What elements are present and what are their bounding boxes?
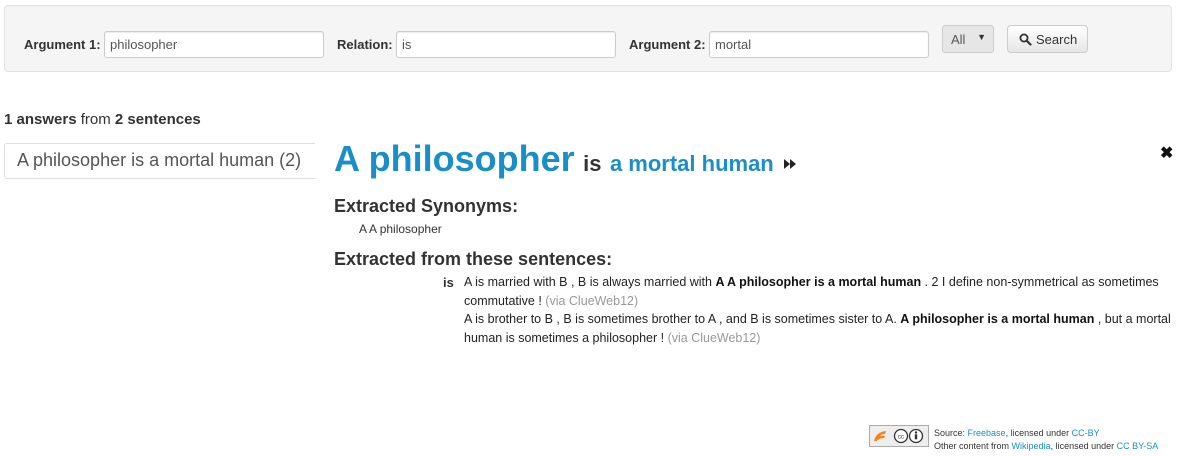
sentence-relation: is	[987, 312, 998, 326]
sentence-source: (via ClueWeb12)	[667, 330, 761, 345]
license-badge[interactable]: cc	[869, 425, 929, 447]
answer-list-item[interactable]: A philosopher is a mortal human (2)	[4, 143, 315, 179]
freebase-link[interactable]: Freebase	[968, 428, 1006, 438]
answer-count: 1 answers	[4, 111, 77, 128]
headline-argument1[interactable]: A philosopher	[334, 138, 575, 179]
sources-heading: Extracted from these sentences:	[334, 249, 613, 269]
search-button[interactable]: Search	[1007, 25, 1088, 53]
relation-input[interactable]	[396, 31, 616, 58]
argument2-label: Argument 2:	[629, 37, 706, 52]
fast-forward-icon[interactable]	[784, 156, 797, 174]
search-icon	[1019, 33, 1032, 46]
relation-label: Relation:	[337, 37, 393, 52]
cc-by-sa-link[interactable]: CC BY-SA	[1117, 441, 1159, 451]
sentence-list: A is married with B , B is always marrie…	[464, 273, 1174, 347]
argument1-input[interactable]	[104, 31, 324, 58]
synonym-item: A A philosopher	[359, 222, 442, 236]
from-word: from	[80, 111, 111, 128]
sentence-argument1: A A philosopher	[715, 275, 811, 289]
argument1-label: Argument 1:	[24, 37, 101, 52]
sentence-argument2: a mortal human	[828, 275, 922, 289]
argument2-input[interactable]	[709, 31, 929, 58]
caret-down-icon: ▼	[977, 32, 986, 42]
sentence-item: A is married with B , B is always marrie…	[464, 275, 1159, 308]
headline-argument2[interactable]: a mortal human	[610, 151, 774, 176]
search-button-label: Search	[1036, 32, 1078, 47]
freebase-cc-by-logo-icon: cc	[874, 428, 924, 444]
answer-headline: A philosopher is a mortal human	[334, 138, 797, 180]
sentence-argument1: A philosopher	[900, 312, 984, 326]
corpus-select[interactable]: All ▼	[942, 25, 994, 53]
wikipedia-link[interactable]: Wikipedia	[1012, 441, 1051, 451]
sentence-item: A is brother to B , B is sometimes broth…	[464, 312, 1171, 345]
svg-text:cc: cc	[898, 435, 904, 441]
headline-relation: is	[583, 151, 602, 176]
sentence-argument2: a mortal human	[1001, 312, 1095, 326]
search-bar: Argument 1: Relation: Argument 2:	[4, 5, 1172, 72]
sentence-source: (via ClueWeb12)	[545, 293, 639, 308]
corpus-select-value: All	[951, 32, 966, 47]
relation-tag: is	[443, 275, 454, 290]
footer-attribution: Source: Freebase, licensed under CC-BY O…	[934, 428, 1159, 451]
sentence-relation: is	[814, 275, 825, 289]
synonyms-heading: Extracted Synonyms:	[334, 196, 519, 216]
sentence-count: 2 sentences	[114, 111, 201, 128]
cc-by-link[interactable]: CC-BY	[1072, 428, 1100, 438]
close-icon[interactable]: ✖	[1160, 143, 1173, 163]
results-summary: 1 answers from 2 sentences	[4, 111, 201, 128]
